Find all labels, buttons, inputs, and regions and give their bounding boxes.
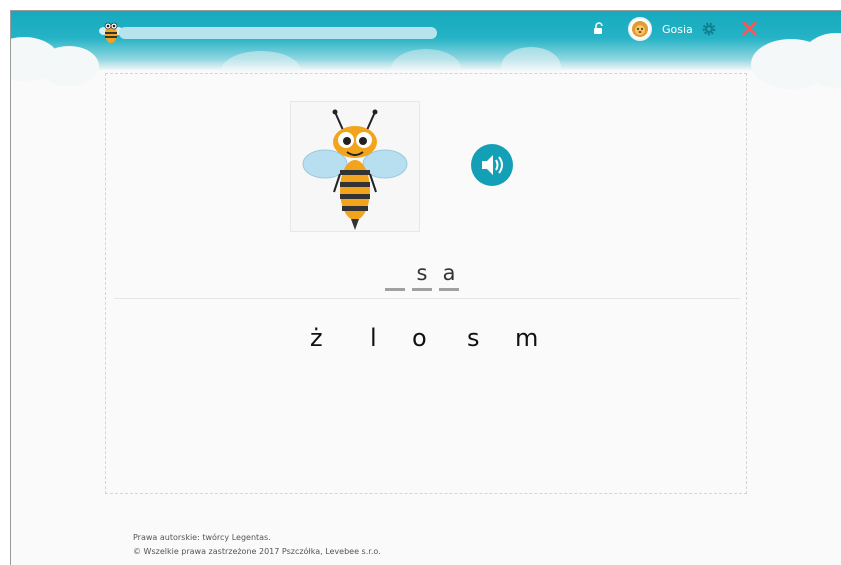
lion-avatar-icon[interactable]	[628, 17, 652, 41]
letter-choice-3[interactable]: o	[412, 324, 427, 352]
close-icon[interactable]	[742, 21, 757, 36]
copyright-authors: Prawa autorskie: twórcy Legentas.	[133, 533, 271, 542]
footer: Prawa autorskie: twórcy Legentas. © Wsze…	[133, 531, 381, 559]
app-window: Gosia s a ż l o s m Prawa autorskie: twó…	[10, 10, 841, 565]
unlock-icon[interactable]	[593, 22, 605, 35]
divider	[114, 298, 740, 299]
gear-icon[interactable]	[701, 21, 717, 37]
copyright-notice: © Wszelkie prawa zastrzeżone 2017 Pszczó…	[133, 547, 381, 556]
letter-slot-3[interactable]: a	[439, 261, 459, 291]
letter-slot-1[interactable]	[385, 261, 405, 291]
letter-choices: ż l o s m	[289, 324, 579, 364]
exercise-card: s a ż l o s m	[105, 73, 747, 494]
letter-choice-5[interactable]: m	[515, 324, 538, 352]
letter-choice-1[interactable]: ż	[310, 324, 323, 352]
header-bar: Gosia	[11, 11, 841, 91]
bee-picture-icon	[302, 109, 408, 230]
letter-choice-2[interactable]: l	[370, 324, 377, 352]
progress-bar	[119, 27, 437, 39]
letter-choice-4[interactable]: s	[467, 324, 480, 352]
username-label[interactable]: Gosia	[662, 23, 693, 36]
letter-slot-2[interactable]: s	[412, 261, 432, 291]
play-sound-button[interactable]	[471, 144, 513, 186]
cloud-decoration	[39, 46, 99, 86]
word-picture	[290, 101, 420, 232]
speaker-icon	[482, 155, 503, 175]
